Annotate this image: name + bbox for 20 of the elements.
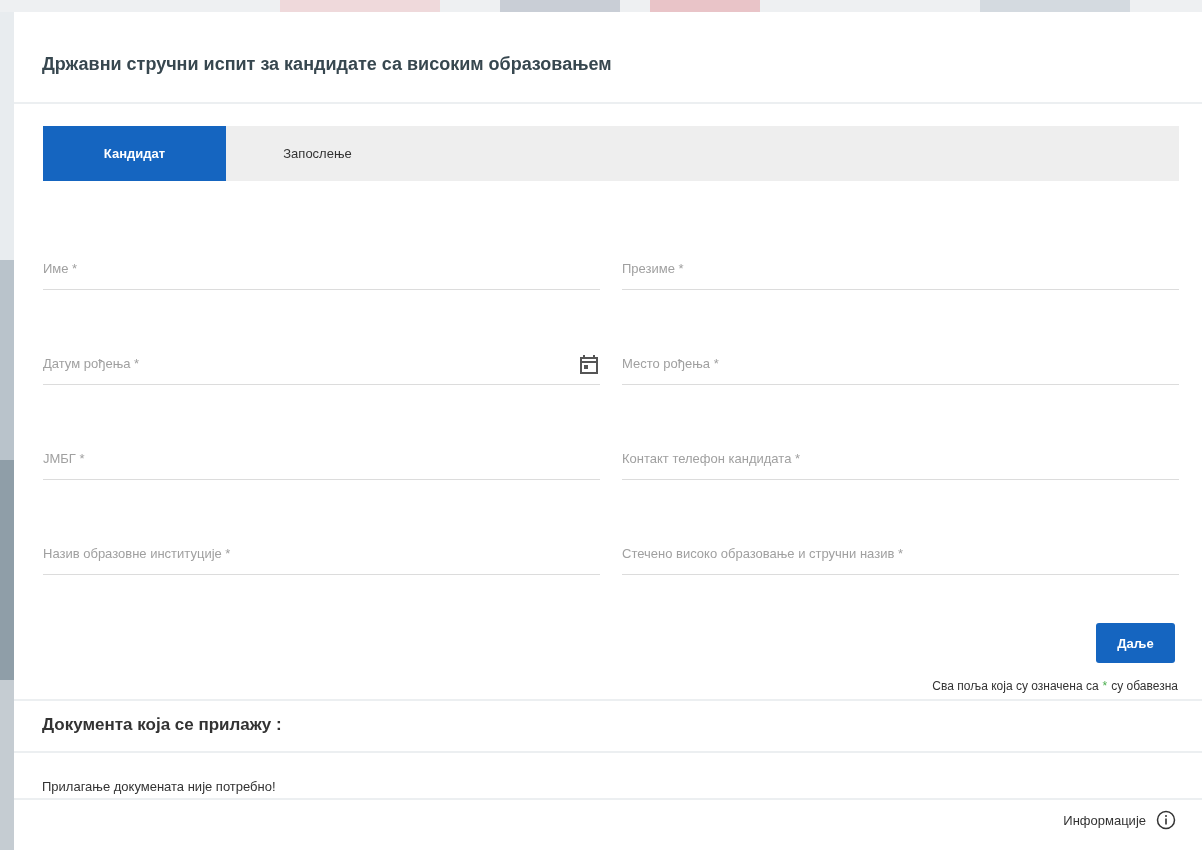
date-field[interactable]: Датум рођења * (43, 342, 600, 385)
tab[interactable]: Кандидат (43, 126, 226, 181)
input-field[interactable]: Место рођења * (622, 342, 1179, 385)
calendar-icon[interactable] (580, 354, 598, 374)
required-note: Сва поља која су означена са (932, 679, 1099, 693)
input-field[interactable]: Име * (43, 247, 600, 290)
next-button[interactable]: Даље (1096, 623, 1175, 663)
input-field[interactable]: Стечено високо образовање и стручни назив * (622, 532, 1179, 575)
documents-message: Прилагање докумената није потребно! (14, 753, 1202, 800)
section-title: Документа која се прилажу : (42, 715, 283, 735)
required-note: су обавезна (1111, 679, 1178, 693)
info-icon[interactable] (1156, 810, 1176, 830)
input-field[interactable]: ЈМБГ * (43, 437, 600, 480)
tab[interactable]: Запослење (226, 126, 409, 181)
page-title: Државни стручни испит за кандидате са високим образовањем (14, 12, 1202, 104)
input-field[interactable]: Контакт телефон кандидата * (622, 437, 1179, 480)
input-field[interactable]: Назив образовне институције * (43, 532, 600, 575)
info-link[interactable]: Информације (1063, 812, 1146, 828)
required-mark: * (1102, 679, 1108, 693)
input-field[interactable]: Презиме * (622, 247, 1179, 290)
